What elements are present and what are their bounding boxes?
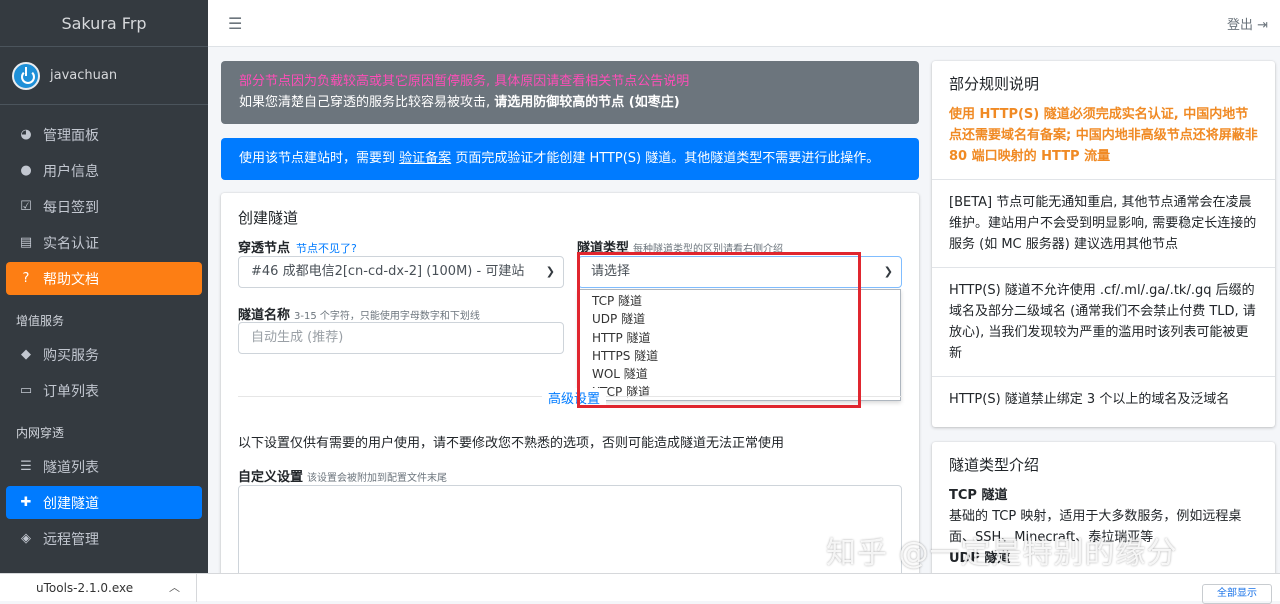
user-icon: ● [20, 163, 32, 178]
type-label: 隧道类型 每种隧道类型的区别请看右侧介绍 [577, 237, 783, 256]
sidebar-item-orders[interactable]: ▭ 订单列表 [6, 374, 202, 407]
type-option[interactable]: XTCP 隧道 [579, 383, 900, 401]
sidebar-item-label: 隧道列表 [43, 459, 99, 476]
avatar [12, 61, 40, 90]
chevron-down-icon: ❯ [883, 265, 893, 278]
list-icon: ☰ [20, 459, 32, 474]
nav-header-vas: 增值服务 [16, 314, 65, 328]
sidebar-item-realname[interactable]: ▤ 实名认证 [6, 226, 202, 259]
node-label-text: 穿透节点 [238, 241, 291, 256]
type-dropdown: TCP 隧道 UDP 隧道 HTTP 隧道 HTTPS 隧道 WOL 隧道 XT… [578, 289, 901, 401]
sidebar-item-help[interactable]: ? 帮助文档 [6, 262, 202, 295]
sidebar-item-label: 创建隧道 [43, 495, 99, 512]
menu-toggle-icon[interactable]: ☰ [228, 14, 242, 33]
download-filename: uTools-2.1.0.exe [36, 581, 134, 595]
alert-blue-prefix: 使用该节点建站时，需要到 [239, 151, 396, 166]
alert-blue-suffix: 页面完成验证才能创建 HTTP(S) 隧道。其他隧道类型不需要进行此操作。 [455, 151, 880, 166]
type-option[interactable]: HTTP 隧道 [579, 329, 900, 347]
sidebar-item-label: 用户信息 [43, 163, 99, 180]
sidebar-item-label: 订单列表 [43, 383, 99, 400]
alert-icp-notice: 使用该节点建站时，需要到 验证备案 页面完成验证才能创建 HTTP(S) 隧道。… [221, 138, 919, 180]
checkbox-icon: ☑ [20, 199, 32, 214]
divider [932, 376, 1275, 377]
sidebar-item-create[interactable]: ✚ 创建隧道 [6, 486, 202, 519]
rules-domains: HTTP(S) 隧道不允许使用 .cf/.ml/.ga/.tk/.gq 后缀的域… [949, 283, 1256, 361]
dashboard-icon: ◕ [20, 127, 32, 142]
type-hint: 每种隧道类型的区别请看右侧介绍 [633, 244, 784, 255]
tcp-title: TCP 隧道 [949, 488, 1008, 503]
node-missing-link[interactable]: 节点不见了? [296, 242, 357, 255]
logout-label: 登出 [1226, 18, 1253, 33]
node-select[interactable]: #46 成都电信2[cn-cd-dx-2] (100M) - 可建站 ❯ [238, 256, 564, 288]
chevron-up-icon[interactable]: ︿ [169, 574, 180, 602]
logout-button[interactable]: 登出 ⇥ [1227, 14, 1268, 33]
alert-line2-prefix: 如果您清楚自己穿透的服务比较容易被攻击, [239, 95, 491, 110]
type-option[interactable]: TCP 隧道 [579, 292, 900, 310]
sidebar-item-label: 购买服务 [43, 347, 99, 364]
remote-icon: ◈ [21, 531, 31, 546]
user-panel[interactable]: javachuan [0, 47, 208, 105]
advanced-note: 以下设置仅供有需要的用户使用，请不要修改您不熟悉的选项，否则可能造成隧道无法正常… [238, 436, 785, 451]
logout-icon: ⇥ [1257, 18, 1268, 33]
plus-icon: ✚ [20, 495, 32, 510]
sidebar-item-label: 管理面板 [43, 127, 99, 144]
username: javachuan [50, 68, 118, 83]
rules-limit: HTTP(S) 隧道禁止绑定 3 个以上的域名及泛域名 [949, 392, 1230, 407]
list-icon: ▭ [19, 383, 33, 398]
custom-config-textarea[interactable] [238, 485, 902, 585]
verify-icp-link[interactable]: 验证备案 [399, 151, 451, 166]
nav-header-tunnel: 内网穿透 [16, 426, 65, 440]
name-label: 隧道名称 3-15 个字符，只能使用字母数字和下划线 [238, 304, 480, 323]
sidebar: Sakura Frp javachuan ◕ 管理面板 ● 用户信息 ☑ 每日签到 ▤… [0, 0, 208, 601]
type-select[interactable]: 请选择 ❯ [578, 256, 902, 288]
types-intro-title: 隧道类型介绍 [949, 456, 1040, 474]
sidebar-item-label: 实名认证 [43, 235, 99, 252]
divider [932, 267, 1275, 268]
tunnel-name-placeholder: 自动生成 (推荐) [251, 330, 344, 345]
custom-label: 自定义设置 该设置会被附加到配置文件末尾 [238, 466, 447, 485]
sidebar-item-tunnels[interactable]: ☰ 隧道列表 [6, 450, 202, 483]
sidebar-item-remote[interactable]: ◈ 远程管理 [6, 522, 202, 555]
chevron-down-icon: ❯ [545, 265, 555, 278]
type-option[interactable]: UDP 隧道 [579, 310, 900, 328]
sidebar-item-buy[interactable]: ◆ 购买服务 [6, 338, 202, 371]
alert-line2: 如果您清楚自己穿透的服务比较容易被攻击, 请选用防御较高的节点 (如枣庄) [239, 92, 901, 113]
sidebar-item-label: 帮助文档 [43, 271, 99, 288]
custom-hint: 该设置会被附加到配置文件末尾 [307, 473, 448, 484]
question-icon: ? [22, 271, 30, 286]
type-label-text: 隧道类型 [577, 241, 630, 256]
card-title: 创建隧道 [238, 209, 299, 227]
type-select-value: 请选择 [591, 264, 631, 279]
name-hint: 3-15 个字符，只能使用字母数字和下划线 [294, 311, 480, 322]
type-option[interactable]: WOL 隧道 [579, 365, 900, 383]
sidebar-item-label: 远程管理 [43, 531, 99, 548]
download-bar: uTools-2.1.0.exe ︿ 全部显示 [0, 573, 1280, 604]
sidebar-item-userinfo[interactable]: ● 用户信息 [6, 154, 202, 187]
rules-beta: [BETA] 节点可能无通知重启, 其他节点通常会在凌晨维护。建站用户不会受到明… [949, 195, 1257, 252]
alert-line1: 部分节点因为负载较高或其它原因暂停服务, 具体原因请查看相关节点公告说明 [239, 74, 690, 89]
id-card-icon: ▤ [19, 235, 33, 250]
tunnel-name-input[interactable]: 自动生成 (推荐) [238, 322, 564, 354]
divider [932, 179, 1275, 180]
node-label: 穿透节点 节点不见了? [238, 237, 357, 256]
sidebar-item-label: 每日签到 [43, 199, 99, 216]
alert-node-notice: 部分节点因为负载较高或其它原因暂停服务, 具体原因请查看相关节点公告说明 如果您… [221, 61, 919, 124]
download-item[interactable]: uTools-2.1.0.exe ︿ [0, 574, 197, 602]
node-select-value: #46 成都电信2[cn-cd-dx-2] (100M) - 可建站 [251, 264, 525, 279]
brand-logo[interactable]: Sakura Frp [0, 0, 208, 47]
show-all-button[interactable]: 全部显示 [1202, 584, 1272, 604]
rules-card: 部分规则说明 使用 HTTP(S) 隧道必须完成实名认证, 中国内地节点还需要域… [932, 61, 1275, 427]
watermark: 知乎 @一定是特别的缘分 [826, 536, 1178, 571]
alert-line2-bold: 请选用防御较高的节点 (如枣庄) [494, 95, 680, 110]
custom-label-text: 自定义设置 [238, 470, 304, 485]
name-label-text: 隧道名称 [238, 308, 291, 323]
type-option[interactable]: HTTPS 隧道 [579, 347, 900, 365]
rules-title: 部分规则说明 [949, 75, 1040, 93]
advanced-toggle[interactable]: 高级设置 [542, 388, 607, 407]
sidebar-item-signin[interactable]: ☑ 每日签到 [6, 190, 202, 223]
gem-icon: ◆ [21, 347, 31, 362]
topbar: ☰ 登出 ⇥ [208, 0, 1280, 47]
rules-warning: 使用 HTTP(S) 隧道必须完成实名认证, 中国内地节点还需要域名有备案; 中… [949, 107, 1258, 164]
sidebar-item-dashboard[interactable]: ◕ 管理面板 [6, 118, 202, 151]
